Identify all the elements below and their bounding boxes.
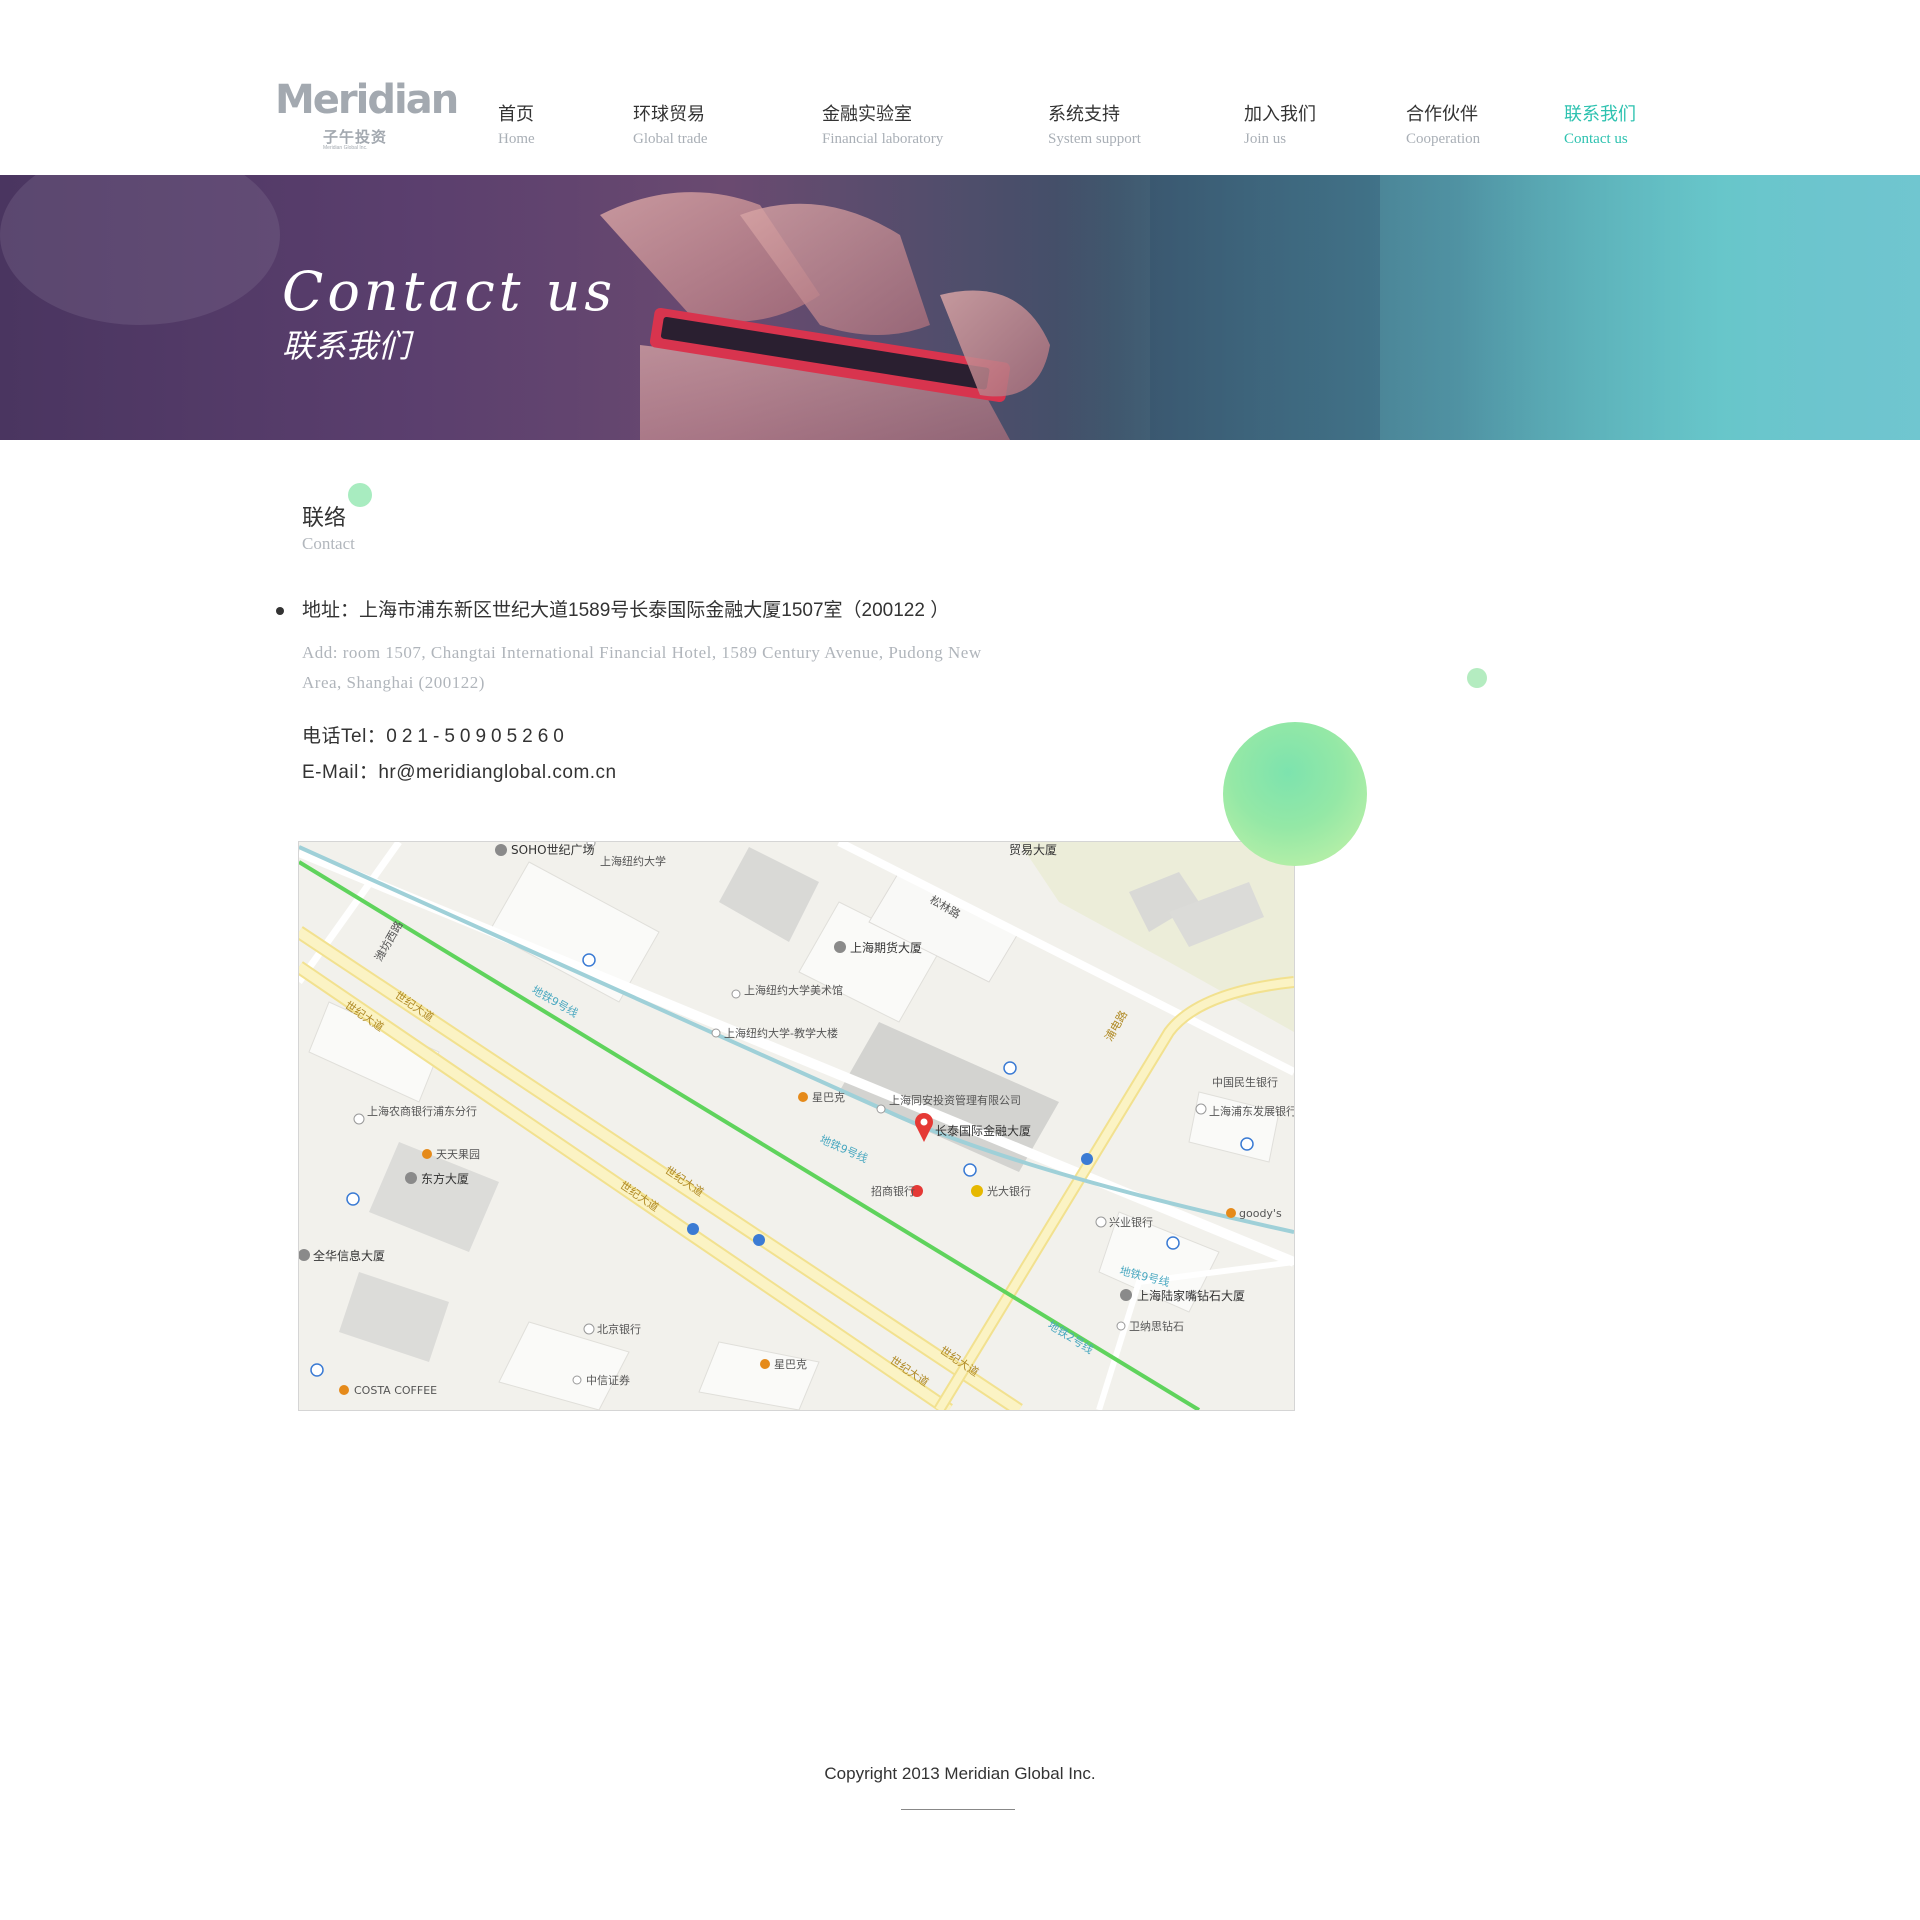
map-label-guangda: 光大银行 xyxy=(987,1184,1031,1198)
nav-item-system-support[interactable]: 系统支持 System support xyxy=(1048,102,1141,149)
map-label-xingye: 兴业银行 xyxy=(1109,1215,1153,1229)
logo-chinese-name: 子午投资 xyxy=(323,129,388,146)
footer-copyright: Copyright 2013 Meridian Global Inc. xyxy=(824,1764,1096,1783)
nav-item-join-us[interactable]: 加入我们 Join us xyxy=(1244,102,1316,149)
map-label-pufa: 上海浦东发展银行 xyxy=(1209,1104,1294,1118)
decoration-bubble-small xyxy=(1467,668,1487,688)
footer-divider xyxy=(901,1809,1015,1810)
nav-label-cn: 系统支持 xyxy=(1048,104,1120,124)
nav-label-en: System support xyxy=(1048,131,1141,147)
map-label-lujiazui: 上海陆家嘴钻石大厦 xyxy=(1137,1288,1245,1303)
map-label-costa: COSTA COFFEE xyxy=(354,1384,437,1397)
nav-label-en: Contact us xyxy=(1564,131,1628,147)
map-label-maoyi: 贸易大厦 xyxy=(1009,843,1057,857)
email-label: E-Mail： xyxy=(302,762,379,783)
map-label-goodys: goody's xyxy=(1239,1207,1282,1220)
logo-subtitle: Meridian Global Inc. xyxy=(323,145,368,151)
nav-label-cn: 联系我们 xyxy=(1564,104,1636,124)
nav-label-cn: 环球贸易 xyxy=(633,104,705,124)
nav-label-en: Join us xyxy=(1244,131,1287,147)
map-label-soho: SOHO世纪广场 xyxy=(511,843,595,857)
nav-label-cn: 合作伙伴 xyxy=(1406,104,1478,124)
decoration-bubble-large xyxy=(1223,722,1367,866)
map-label-beijing: 北京银行 xyxy=(597,1322,641,1336)
address-cn: 地址：上海市浦东新区世纪大道1589号长泰国际金融大厦1507室（200122 … xyxy=(302,600,950,621)
nav-label-en: Financial laboratory xyxy=(822,131,944,147)
nav-label-cn: 首页 xyxy=(498,104,534,124)
nav-label-en: Home xyxy=(498,131,535,147)
nav-label-cn: 金融实验室 xyxy=(822,104,912,124)
map-label-tiantian: 天天果园 xyxy=(436,1148,480,1161)
section-decoration-dot xyxy=(348,483,372,507)
map-label-zhaoshang: 招商银行 xyxy=(871,1184,915,1198)
section-title-en: Contact xyxy=(302,534,355,553)
map-label-weina: 卫纳思钻石 xyxy=(1129,1319,1184,1333)
telephone-number[interactable]: 021-50905260 xyxy=(386,726,569,747)
banner-title-en: Contact us xyxy=(282,260,617,323)
nav-label-en: Global trade xyxy=(633,131,708,147)
section-title-cn: 联络 xyxy=(302,505,347,530)
map-label-changtai: 长泰国际金融大厦 xyxy=(935,1123,1031,1138)
map-label-zhongxin: 中信证券 xyxy=(586,1373,630,1387)
email: E-Mail：hr@meridianglobal.com.cn xyxy=(302,760,617,786)
nav-label-en: Cooperation xyxy=(1406,131,1481,147)
nav-label-cn: 加入我们 xyxy=(1244,104,1316,124)
logo[interactable]: Meridian 子午投资 Meridian Global Inc. xyxy=(275,78,459,152)
banner-title-cn: 联系我们 xyxy=(282,328,411,364)
bullet-icon xyxy=(276,607,284,615)
map-label-dongfang: 东方大厦 xyxy=(421,1171,469,1186)
map-label-xingbake-1: 星巴克 xyxy=(812,1091,845,1104)
logo-wordmark: Meridian xyxy=(275,77,459,123)
map-label-tongan: 上海同安投资管理有限公司 xyxy=(889,1093,1021,1107)
map-canvas[interactable]: SOHO世纪广场 上海纽约大学 贸易大厦 松林路 上海期货大厦 上海纽约大学美术… xyxy=(299,842,1294,1410)
map-label-meishuguan: 上海纽约大学美术馆 xyxy=(744,983,843,997)
email-address[interactable]: hr@meridianglobal.com.cn xyxy=(378,762,616,783)
nav-item-financial-laboratory[interactable]: 金融实验室 Financial laboratory xyxy=(822,102,943,149)
map-label-quanhua: 全华信息大厦 xyxy=(313,1248,385,1263)
map-label-xingbake-2: 星巴克 xyxy=(774,1358,807,1371)
telephone: 电话Tel：021-50905260 xyxy=(302,724,569,750)
map-label-nongshang: 上海农商银行浦东分行 xyxy=(367,1104,477,1118)
nav-item-cooperation[interactable]: 合作伙伴 Cooperation xyxy=(1406,102,1480,149)
map-label-qihuo: 上海期货大厦 xyxy=(850,940,922,955)
map-label-niuyue: 上海纽约大学 xyxy=(600,854,666,868)
nav-item-contact-us[interactable]: 联系我们 Contact us xyxy=(1564,102,1636,149)
nav-item-global-trade[interactable]: 环球贸易 Global trade xyxy=(633,102,708,149)
address-en: Add: room 1507, Changtai International F… xyxy=(302,643,982,692)
map-label-minsheng: 中国民生银行 xyxy=(1212,1075,1278,1089)
telephone-label: 电话Tel： xyxy=(302,726,387,747)
map-label-jiaoxue: 上海纽约大学-教学大楼 xyxy=(724,1026,838,1040)
nav-item-home[interactable]: 首页 Home xyxy=(498,102,535,149)
location-map[interactable]: SOHO世纪广场 上海纽约大学 贸易大厦 松林路 上海期货大厦 上海纽约大学美术… xyxy=(298,841,1295,1411)
